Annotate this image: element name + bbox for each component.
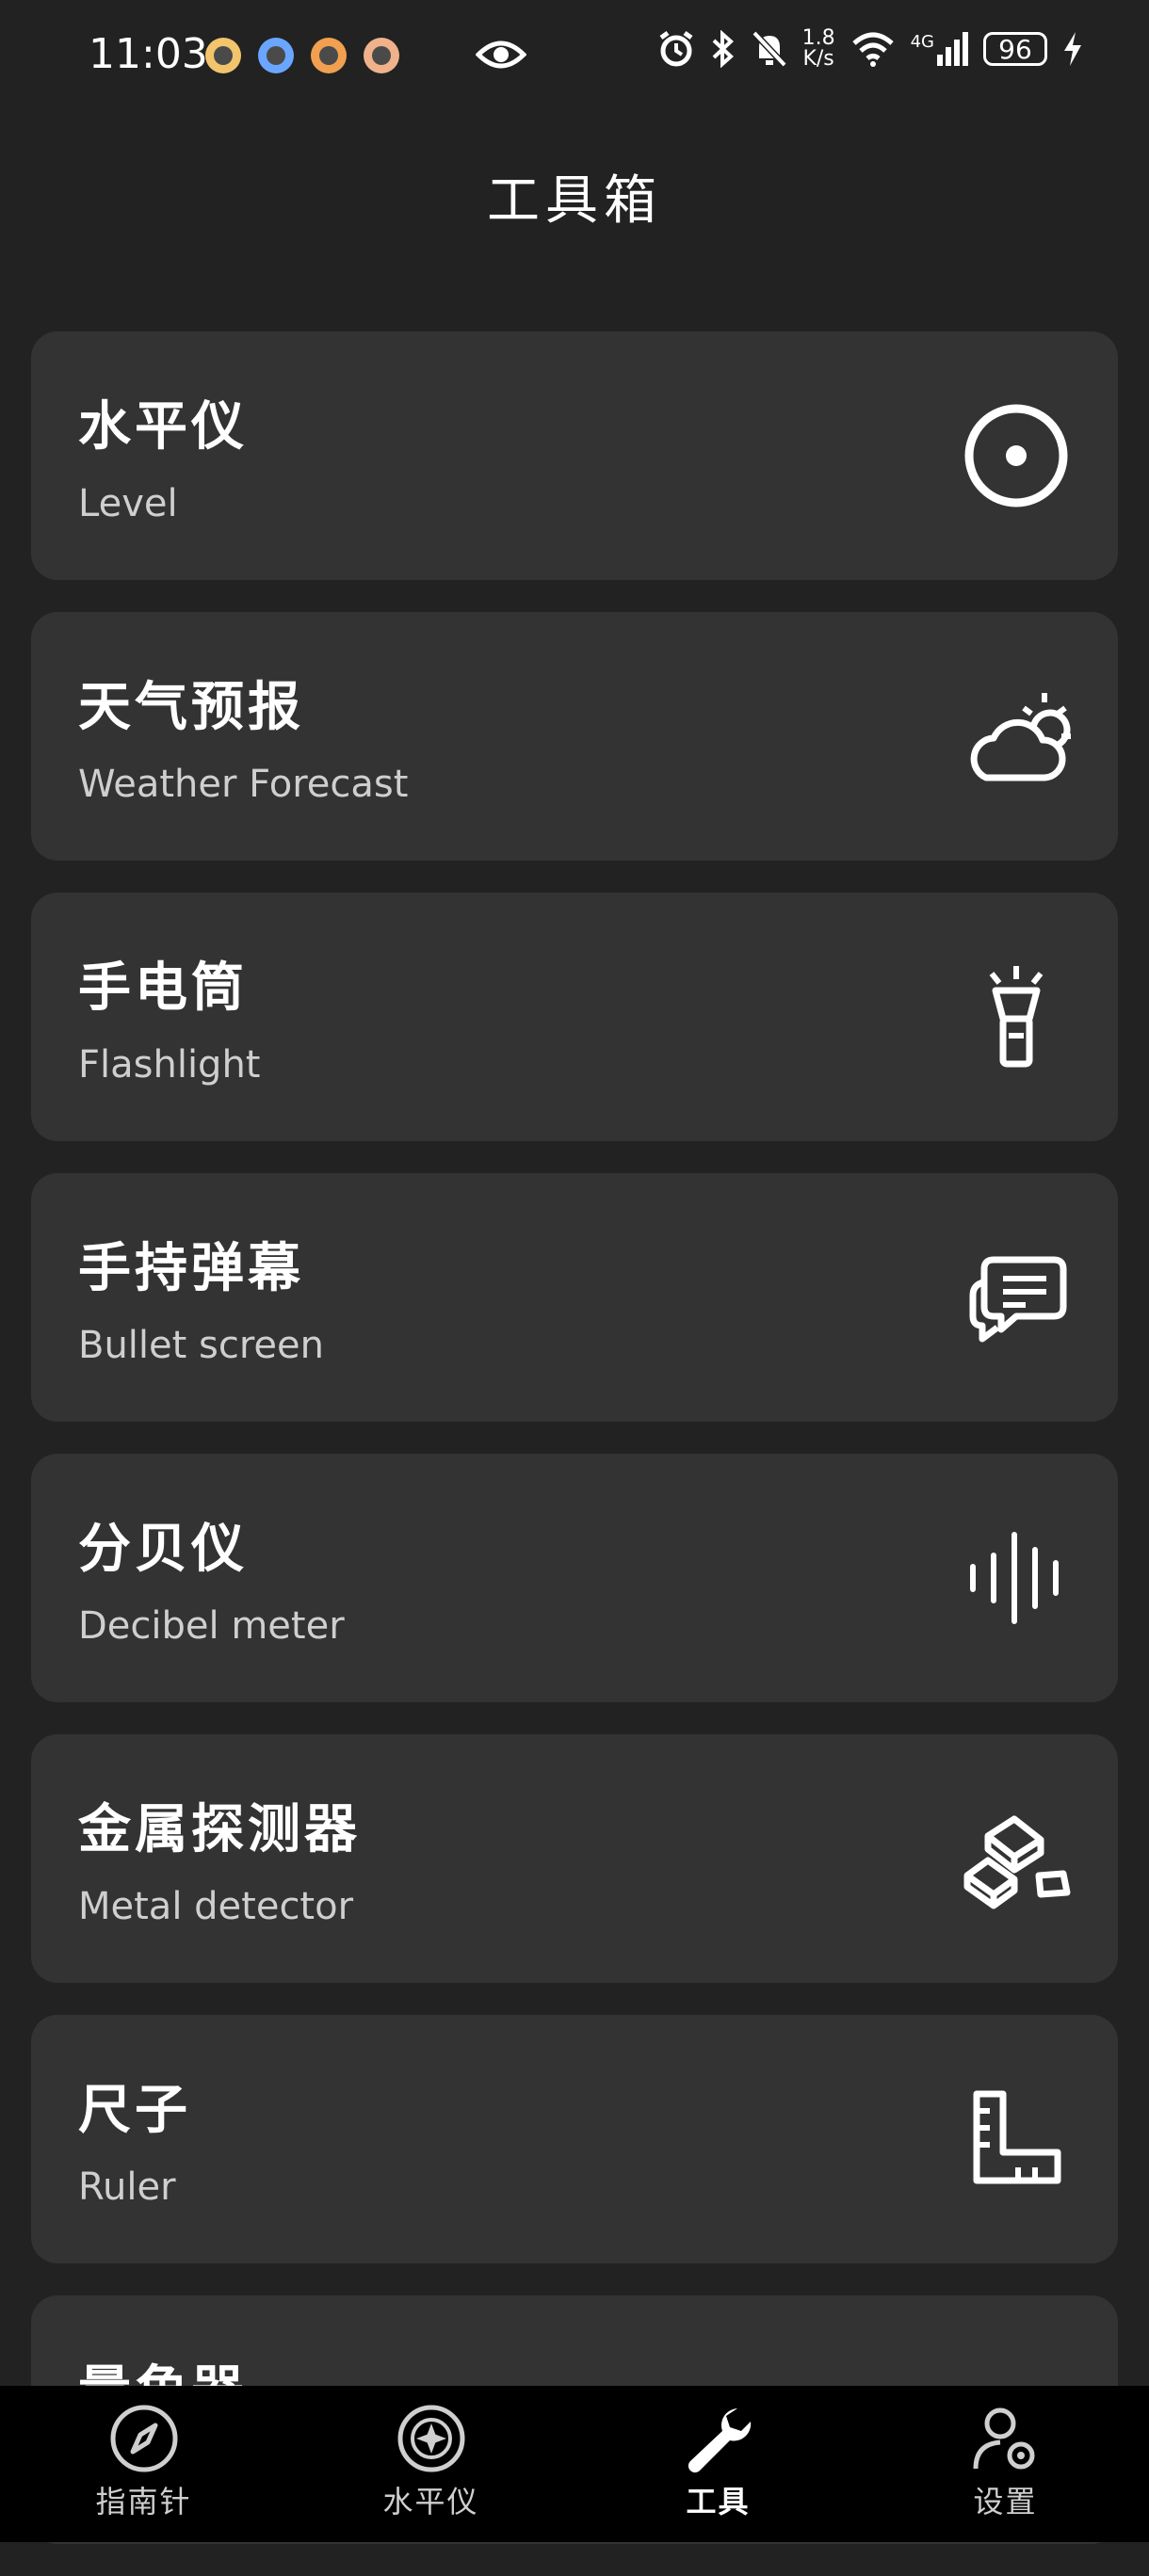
tool-subtitle: Ruler	[78, 2165, 176, 2209]
tool-card-weather[interactable]: 天气预报 Weather Forecast	[31, 612, 1118, 861]
compass-icon	[110, 2405, 177, 2472]
tool-title: 尺子	[78, 2080, 191, 2141]
level-icon	[397, 2405, 464, 2472]
tool-title: 手持弹幕	[78, 1238, 304, 1299]
nav-tab-tools[interactable]: 工具	[574, 2386, 862, 2542]
gold-bars-icon	[963, 1815, 1071, 1909]
tool-title: 水平仪	[78, 396, 248, 458]
tool-title: 金属探测器	[78, 1799, 361, 1860]
tool-title: 手电筒	[78, 958, 248, 1019]
app-notification-icon	[205, 38, 241, 73]
nav-tab-settings[interactable]: 设置	[862, 2386, 1149, 2542]
cellular-signal-icon: 4G	[911, 32, 968, 66]
tool-title: 分贝仪	[78, 1519, 248, 1580]
tool-subtitle: Metal detector	[78, 1885, 354, 1928]
tool-card-decibel[interactable]: 分贝仪 Decibel meter	[31, 1454, 1118, 1702]
status-time: 11:03	[89, 30, 208, 78]
chat-bubble-icon	[969, 1256, 1067, 1343]
notification-icons	[205, 38, 399, 73]
ruler-icon	[973, 2090, 1061, 2184]
eye-icon	[476, 40, 526, 69]
sound-wave-icon	[970, 1532, 1059, 1624]
tool-subtitle: Flashlight	[78, 1043, 261, 1087]
system-icons: 1.8 K/s 4G 96	[657, 28, 1083, 70]
wifi-icon	[851, 32, 894, 67]
tool-subtitle: Level	[78, 482, 178, 525]
tool-card-level[interactable]: 水平仪 Level	[31, 331, 1118, 580]
nav-tab-compass[interactable]: 指南针	[0, 2386, 287, 2542]
status-bar: 11:03 1.8 K/s 4G 96	[0, 0, 1149, 113]
battery-indicator: 96	[983, 32, 1047, 66]
nav-label: 设置	[973, 2484, 1038, 2520]
bottom-nav: 指南针 水平仪 工具 设置	[0, 2386, 1149, 2542]
settings-user-icon	[973, 2407, 1034, 2470]
nav-label: 指南针	[95, 2484, 192, 2520]
tool-subtitle: Weather Forecast	[78, 763, 409, 806]
nav-label: 工具	[686, 2484, 751, 2520]
tool-subtitle: Decibel meter	[78, 1604, 345, 1648]
page-title: 工具箱	[487, 170, 662, 232]
tool-list: 水平仪 Level 天气预报 Weather Forecast 手电筒 Flas…	[31, 331, 1118, 2576]
flashlight-icon	[989, 966, 1044, 1068]
tool-card-ruler[interactable]: 尺子 Ruler	[31, 2015, 1118, 2263]
bluetooth-icon	[712, 30, 734, 68]
alarm-icon	[659, 30, 693, 67]
app-notification-icon	[258, 38, 294, 73]
tool-card-metal-detector[interactable]: 金属探测器 Metal detector	[31, 1734, 1118, 1983]
wrench-icon	[688, 2408, 751, 2473]
tool-subtitle: Bullet screen	[78, 1324, 324, 1367]
level-target-icon	[964, 404, 1068, 507]
weather-cloud-sun-icon	[970, 693, 1071, 781]
app-notification-icon	[311, 38, 347, 73]
tool-card-flashlight[interactable]: 手电筒 Flashlight	[31, 893, 1118, 1141]
nav-label: 水平仪	[382, 2484, 479, 2520]
app-notification-icon	[364, 38, 399, 73]
charging-bolt-icon	[1064, 32, 1081, 66]
tool-title: 天气预报	[78, 677, 304, 738]
tool-card-bullet-screen[interactable]: 手持弹幕 Bullet screen	[31, 1173, 1118, 1422]
mute-bell-icon	[752, 30, 787, 68]
nav-tab-level[interactable]: 水平仪	[287, 2386, 574, 2542]
network-speed: 1.8 K/s	[801, 26, 835, 71]
